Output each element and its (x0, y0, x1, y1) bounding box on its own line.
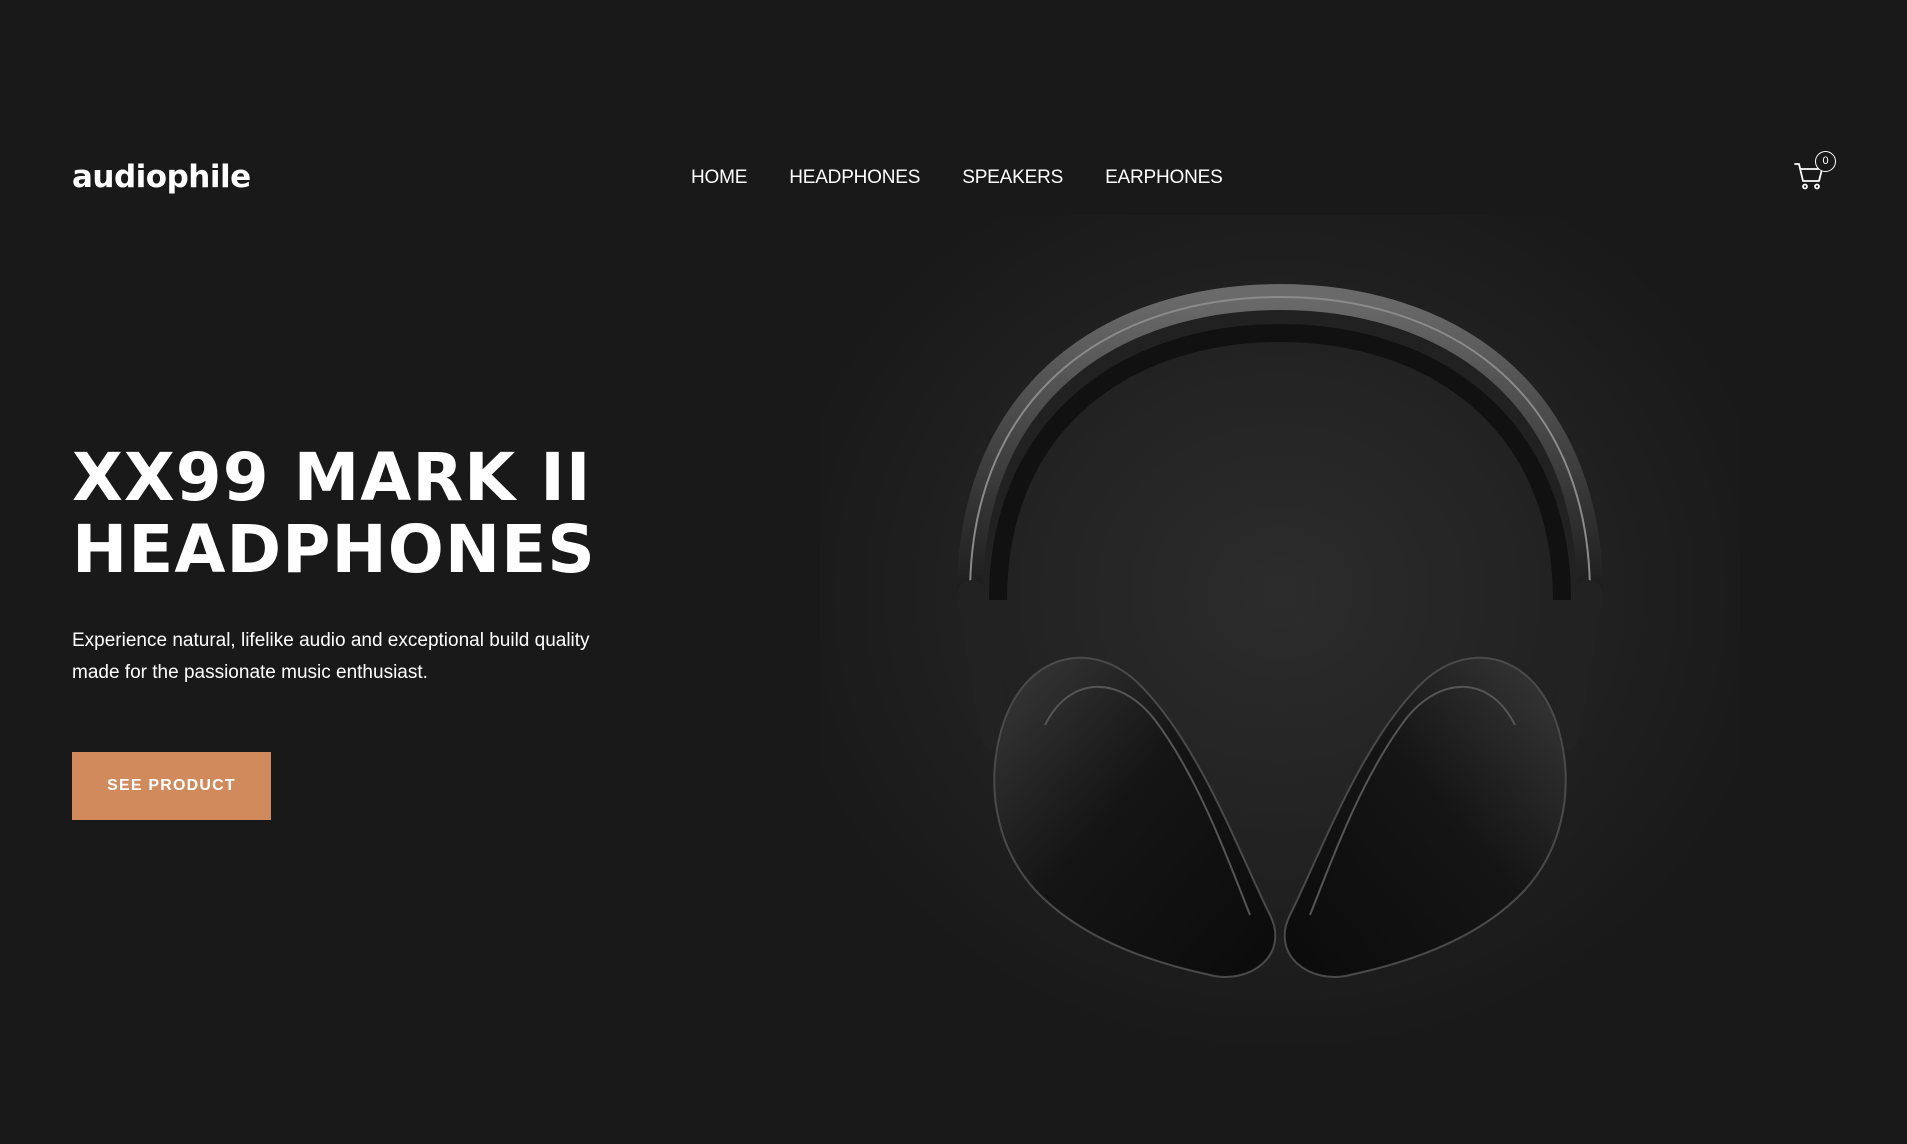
hero-title: XX99 MARK II HEADPHONES (72, 442, 712, 586)
see-product-button[interactable]: SEE PRODUCT (72, 752, 271, 820)
page: audiophile HOME HEADPHONES SPEAKERS EARP… (0, 0, 1907, 1144)
nav-link-speakers[interactable]: SPEAKERS (962, 163, 1063, 193)
hero-title-line-1: XX99 MARK II (72, 439, 592, 516)
hero-description: Experience natural, lifelike audio and e… (72, 630, 590, 683)
hero-title-line-2: HEADPHONES (72, 511, 596, 588)
nav-link-headphones[interactable]: HEADPHONES (789, 163, 920, 193)
cart-button[interactable]: 0 (1790, 148, 1838, 192)
cart-count-badge: 0 (1815, 151, 1836, 172)
nav-link-home[interactable]: HOME (691, 163, 747, 193)
logo[interactable]: audiophile (72, 154, 251, 200)
main-nav: HOME HEADPHONES SPEAKERS EARPHONES (691, 163, 1223, 193)
headphones-image (820, 215, 1740, 1055)
nav-link-earphones[interactable]: EARPHONES (1105, 163, 1223, 193)
